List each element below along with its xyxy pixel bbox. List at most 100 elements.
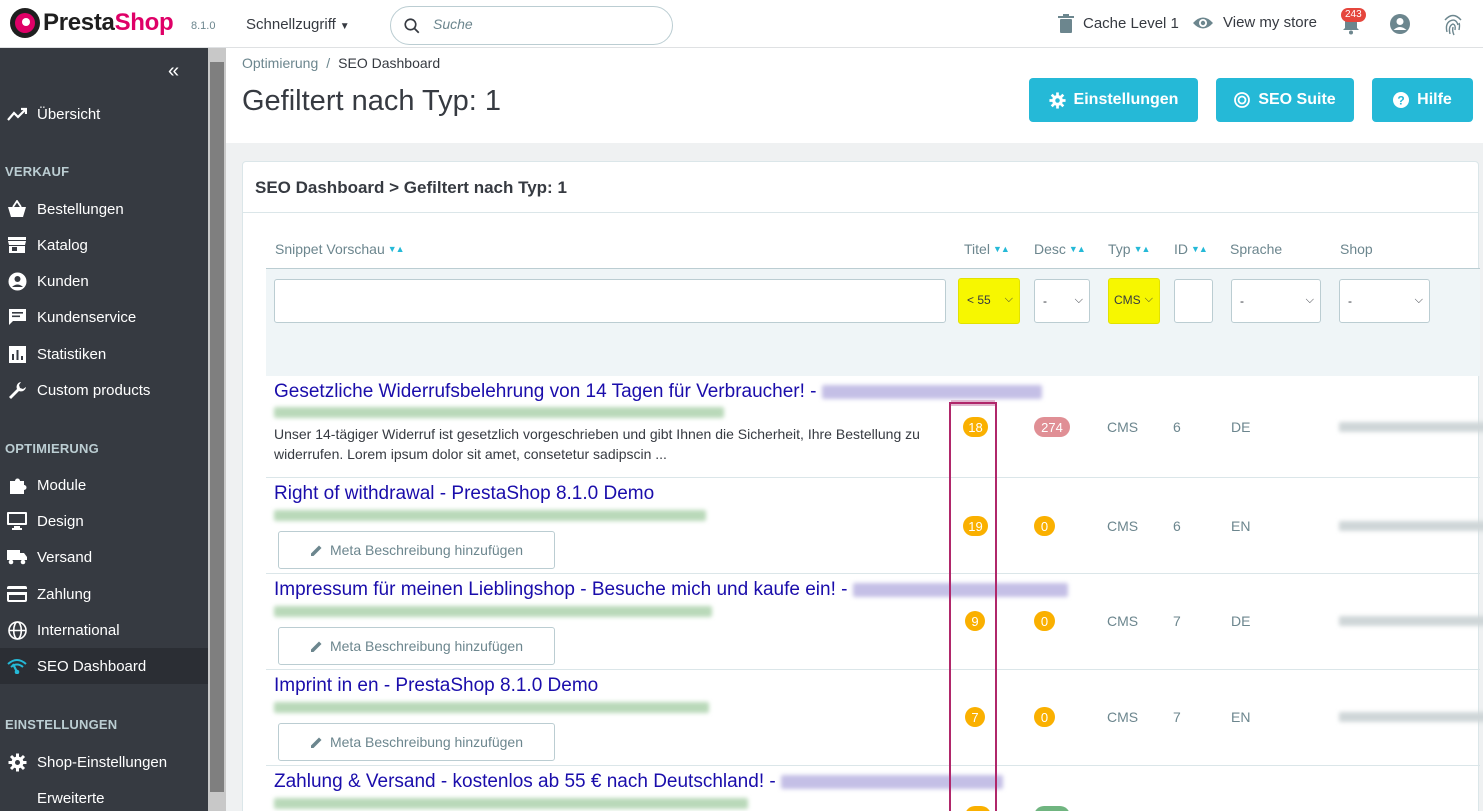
sidebar-item-label: Bestellungen: [37, 200, 124, 218]
collapse-sidebar-icon[interactable]: «: [168, 60, 179, 83]
table-row[interactable]: Gesetzliche Widerrufsbelehrung von 14 Ta…: [266, 376, 1483, 478]
column-id[interactable]: ID ▼▲: [1174, 241, 1208, 257]
column-snippet[interactable]: Snippet Vorschau ▼▲: [275, 241, 405, 257]
sort-icon[interactable]: ▼▲: [1191, 244, 1208, 254]
sidebar-item-modules[interactable]: Module: [0, 467, 208, 503]
blurred-url: [274, 510, 706, 521]
language-cell: EN: [1231, 518, 1251, 534]
quick-access-dropdown[interactable]: Schnellzugriff ▼: [246, 16, 350, 33]
filter-row: < 55 ⌵ - ⌵ CMS ⌵ - ⌵ - ⌵: [266, 268, 1480, 376]
sidebar-item-label: Design: [37, 512, 84, 530]
language-cell: EN: [1231, 709, 1251, 725]
add-meta-description-button[interactable]: Meta Beschreibung hinzufügen: [278, 627, 555, 665]
wifi-icon: [5, 658, 29, 674]
view-store-link[interactable]: View my store: [1192, 14, 1317, 31]
sidebar-item-statistics[interactable]: Statistiken: [0, 336, 208, 372]
sort-icon[interactable]: ▼▲: [1069, 244, 1086, 254]
chevron-down-icon: ⌵: [1305, 294, 1314, 306]
table-row[interactable]: Impressum für meinen Lieblingshop - Besu…: [266, 574, 1483, 670]
snippet-title[interactable]: Right of withdrawal - PrestaShop 8.1.0 D…: [274, 483, 654, 505]
table-row[interactable]: Right of withdrawal - PrestaShop 8.1.0 D…: [266, 478, 1483, 574]
sidebar-item-orders[interactable]: Bestellungen: [0, 191, 208, 227]
sidebar-item-custom-products[interactable]: Custom products: [0, 372, 208, 408]
sidebar-item-design[interactable]: Design: [0, 503, 208, 539]
sidebar-item-label: Kundenservice: [37, 308, 137, 326]
cache-level-label: Cache Level 1: [1083, 15, 1179, 32]
section-einstellungen: EINSTELLUNGEN: [5, 717, 118, 732]
sidebar-scrollbar-thumb[interactable]: [210, 62, 224, 792]
sidebar-item-seo-dashboard[interactable]: SEO Dashboard: [0, 648, 208, 684]
typ-filter-select[interactable]: CMS ⌵: [1108, 278, 1160, 324]
desc-filter-select[interactable]: - ⌵: [1034, 279, 1090, 323]
sidebar-item-label: Erweiterte: [37, 789, 105, 807]
table-row[interactable]: Imprint in en - PrestaShop 8.1.0 Demo Me…: [266, 670, 1483, 766]
sidebar-item-label: International: [37, 621, 120, 639]
blurred-shop-cell: [1339, 712, 1483, 722]
page-header: Optimierung / SEO Dashboard Gefiltert nach…: [226, 48, 1483, 143]
column-titel[interactable]: Titel ▼▲: [964, 241, 1010, 257]
snippet-title[interactable]: Zahlung & Versand - kostenlos ab 55 € na…: [274, 771, 1003, 793]
sort-icon[interactable]: ▼▲: [993, 244, 1010, 254]
page-title: Gefiltert nach Typ: 1: [242, 85, 501, 117]
search-input[interactable]: [433, 16, 653, 32]
sort-icon[interactable]: ▼▲: [388, 244, 405, 254]
add-meta-description-button[interactable]: Meta Beschreibung hinzufügen: [278, 531, 555, 569]
sidebar-item-customers[interactable]: Kunden: [0, 263, 208, 299]
column-typ[interactable]: Typ ▼▲: [1108, 241, 1151, 257]
column-sprache: Sprache: [1230, 241, 1282, 257]
top-header: PrestaShop 8.1.0 Schnellzugriff▼ Cache L…: [0, 0, 1483, 48]
sidebar-item-customer-service[interactable]: Kundenservice: [0, 299, 208, 335]
pencil-icon: [310, 641, 322, 652]
pencil-icon: [310, 545, 322, 556]
column-label: ID: [1174, 241, 1188, 257]
sidebar-item-label: SEO Dashboard: [37, 657, 147, 675]
fingerprint-button[interactable]: [1442, 12, 1464, 41]
sidebar-item-advanced[interactable]: Erweiterte: [0, 780, 208, 811]
sidebar-item-shipping[interactable]: Versand: [0, 539, 208, 575]
desktop-icon: [5, 512, 29, 530]
typ-cell: CMS: [1107, 419, 1139, 435]
sidebar-item-label: Zahlung: [37, 585, 92, 603]
prestashop-logo[interactable]: PrestaShop: [10, 8, 174, 38]
snippet-title[interactable]: Imprint in en - PrestaShop 8.1.0 Demo: [274, 675, 598, 697]
snippet-title[interactable]: Impressum für meinen Lieblingshop - Besu…: [274, 579, 1068, 601]
column-desc[interactable]: Desc ▼▲: [1034, 241, 1086, 257]
sidebar-item-catalog[interactable]: Katalog: [0, 227, 208, 263]
id-filter-input[interactable]: [1174, 279, 1213, 323]
highlight-outline-cap: [951, 400, 995, 406]
caret-down-icon: ▼: [339, 21, 350, 32]
snippet-title[interactable]: Gesetzliche Widerrufsbelehrung von 14 Ta…: [274, 381, 1042, 403]
help-icon: ?: [1393, 92, 1410, 108]
blurred-shop-cell: [1339, 616, 1483, 626]
table-row[interactable]: Zahlung & Versand - kostenlos ab 55 € na…: [266, 766, 1480, 811]
titel-length-badge: [965, 806, 991, 811]
cache-level-button[interactable]: Cache Level 1: [1058, 14, 1179, 33]
user-menu-button[interactable]: [1389, 13, 1411, 40]
desc-length-badge: [1034, 806, 1070, 811]
sidebar-item-shop-settings[interactable]: Shop-Einstellungen: [0, 744, 208, 780]
breadcrumb-parent[interactable]: Optimierung: [242, 55, 318, 71]
chat-icon: [5, 308, 29, 326]
titel-filter-select[interactable]: < 55 ⌵: [958, 278, 1020, 324]
sidebar-item-overview[interactable]: Übersicht: [0, 96, 208, 132]
seo-suite-button[interactable]: SEO Suite: [1216, 78, 1354, 122]
shop-filter-select[interactable]: - ⌵: [1339, 279, 1430, 323]
add-meta-description-button[interactable]: Meta Beschreibung hinzufügen: [278, 723, 555, 761]
seo-suite-button-label: SEO Suite: [1258, 91, 1336, 108]
select-value: -: [1043, 294, 1047, 308]
help-button[interactable]: ? Hilfe: [1372, 78, 1473, 122]
sidebar-item-international[interactable]: International: [0, 612, 208, 648]
snippet-filter-input[interactable]: [274, 279, 946, 323]
sidebar-scrollbar[interactable]: [208, 48, 226, 811]
sprache-filter-select[interactable]: - ⌵: [1231, 279, 1321, 323]
settings-button[interactable]: Einstellungen: [1029, 78, 1198, 122]
select-value: -: [1348, 294, 1352, 308]
eye-icon: [1193, 17, 1213, 28]
sort-icon[interactable]: ▼▲: [1134, 244, 1151, 254]
search-box[interactable]: [390, 6, 673, 45]
snippet-title-text: Zahlung & Versand - kostenlos ab 55 € na…: [274, 771, 776, 792]
svg-text:?: ?: [1397, 94, 1404, 108]
help-button-label: Hilfe: [1417, 91, 1452, 108]
sidebar-item-payment[interactable]: Zahlung: [0, 576, 208, 612]
snippet-description: Unser 14-tägiger Widerruf ist gesetzlich…: [274, 426, 920, 462]
